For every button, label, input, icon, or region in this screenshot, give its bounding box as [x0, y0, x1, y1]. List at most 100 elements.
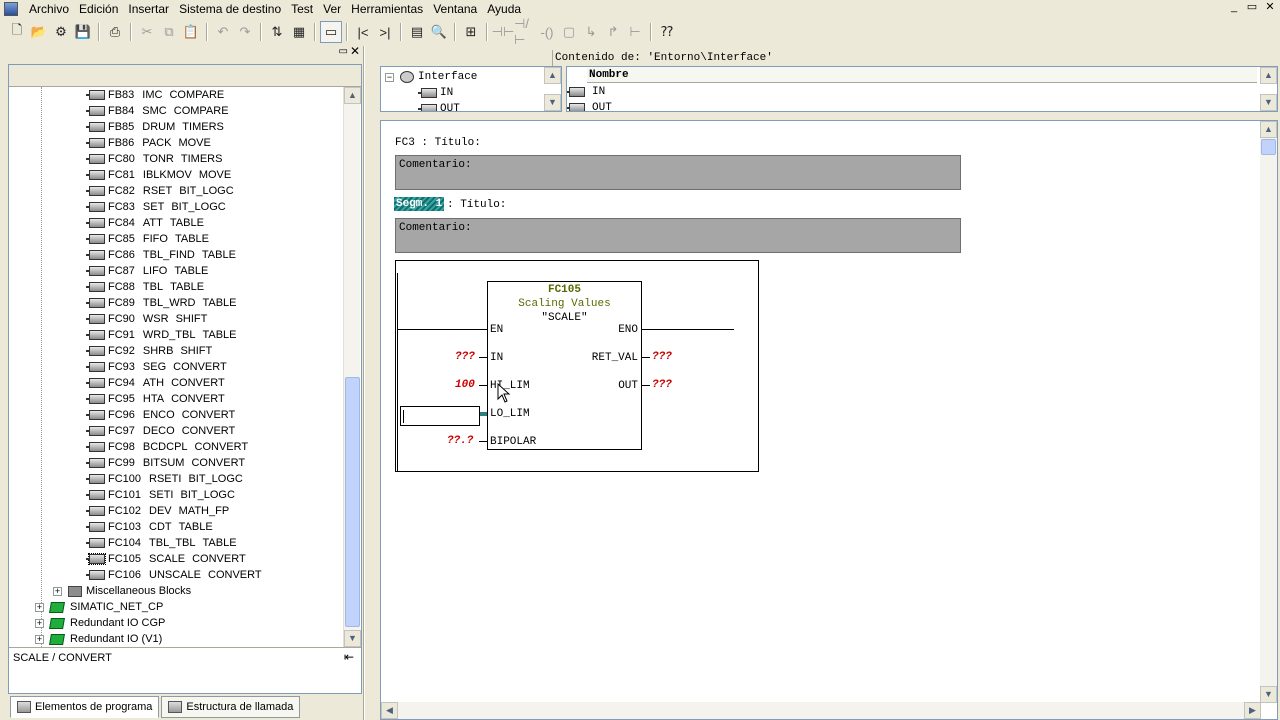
- scroll-thumb[interactable]: [345, 377, 360, 627]
- tree-item[interactable]: FC90 WSR SHIFT: [86, 311, 207, 327]
- box-icon[interactable]: ▢: [558, 21, 580, 43]
- ladder-editor[interactable]: FC3 : Título: Comentario: Segm. 1 : Títu…: [380, 120, 1278, 720]
- expand-icon[interactable]: +: [35, 618, 44, 628]
- tree-scrollbar[interactable]: ▲ ▼: [343, 87, 361, 647]
- monitor-icon[interactable]: ▦: [288, 21, 310, 43]
- lo-lim-input[interactable]: [400, 406, 480, 426]
- accessible-nodes-icon[interactable]: ⚙: [50, 21, 72, 43]
- tab-estructura-llamada[interactable]: Estructura de llamada: [161, 696, 301, 718]
- redo-icon[interactable]: ↷: [234, 21, 256, 43]
- tree-item[interactable]: FC81 IBLKMOV MOVE: [86, 167, 231, 183]
- segment-comment[interactable]: Comentario:: [395, 218, 961, 253]
- scroll-down-icon[interactable]: ▼: [1260, 686, 1277, 703]
- tree-item[interactable]: FC100 RSETI BIT_LOGC: [86, 471, 243, 487]
- menu-ver[interactable]: Ver: [318, 1, 346, 17]
- tree-item[interactable]: FC97 DECO CONVERT: [86, 423, 235, 439]
- interface-tree[interactable]: − Interface IN OUT ▲ ▼: [380, 66, 562, 112]
- ret-val-operand[interactable]: ???: [652, 351, 672, 363]
- tree-library[interactable]: + SIMATIC_NET_CP: [35, 599, 163, 615]
- tree-item[interactable]: FB83 IMC COMPARE: [86, 87, 224, 103]
- new-icon[interactable]: 🗋: [6, 21, 28, 43]
- tree-item[interactable]: FC106 UNSCALE CONVERT: [86, 567, 262, 583]
- tree-item[interactable]: FC80 TONR TIMERS: [86, 151, 222, 167]
- menu-ayuda[interactable]: Ayuda: [482, 1, 526, 17]
- tree-item[interactable]: FC95 HTA CONVERT: [86, 391, 225, 407]
- help-icon[interactable]: ⁇: [656, 21, 678, 43]
- in-operand[interactable]: ???: [455, 351, 475, 363]
- tree-item[interactable]: FB84 SMC COMPARE: [86, 103, 229, 119]
- menu-archivo[interactable]: Archivo: [24, 1, 74, 17]
- load-icon[interactable]: ⇅: [266, 21, 288, 43]
- tree-item[interactable]: FC91 WRD_TBL TABLE: [86, 327, 237, 343]
- tree-item[interactable]: FC104 TBL_TBL TABLE: [86, 535, 237, 551]
- print-icon[interactable]: ⎙: [104, 21, 126, 43]
- tree-item[interactable]: FB86 PACK MOVE: [86, 135, 211, 151]
- tree-item[interactable]: FC103 CDT TABLE: [86, 519, 213, 535]
- copy-icon[interactable]: ⧉: [158, 21, 180, 43]
- interface-table[interactable]: Nombre IN OUT ▲ ▼: [566, 66, 1278, 112]
- interface-child-in[interactable]: IN: [418, 85, 453, 101]
- tree-item[interactable]: FC102 DEV MATH_FP: [86, 503, 229, 519]
- branch-open-icon[interactable]: ↳: [580, 21, 602, 43]
- jump-icon[interactable]: ⊢: [624, 21, 646, 43]
- first-icon[interactable]: |<: [352, 21, 374, 43]
- minimize-icon[interactable]: _: [1226, 0, 1242, 16]
- tree-item[interactable]: FC85 FIFO TABLE: [86, 231, 209, 247]
- tab-elementos-programa[interactable]: Elementos de programa: [10, 696, 160, 718]
- table-header-nombre[interactable]: Nombre: [587, 67, 1257, 83]
- insert-icon[interactable]: ⇤: [339, 650, 359, 668]
- app-icon[interactable]: [4, 2, 18, 16]
- tree-item[interactable]: FC82 RSET BIT_LOGC: [86, 183, 234, 199]
- tree-item[interactable]: FC99 BITSUM CONVERT: [86, 455, 245, 471]
- network-icon[interactable]: ⊞: [460, 21, 482, 43]
- interface-child-out[interactable]: OUT: [418, 101, 460, 111]
- bipolar-operand[interactable]: ??.?: [447, 435, 473, 447]
- hi-lim-operand[interactable]: 100: [455, 379, 475, 391]
- pane-splitter[interactable]: [364, 46, 376, 720]
- tree-library[interactable]: + Redundant IO CGP: [35, 615, 165, 631]
- cut-icon[interactable]: ✂: [136, 21, 158, 43]
- paste-icon[interactable]: 📋: [180, 21, 202, 43]
- expand-icon[interactable]: +: [35, 602, 44, 612]
- close-icon[interactable]: ✕: [1262, 0, 1278, 16]
- coil-icon[interactable]: -(): [536, 21, 558, 43]
- tree-item[interactable]: FC87 LIFO TABLE: [86, 263, 208, 279]
- scroll-down-icon[interactable]: ▼: [544, 94, 561, 111]
- tree-item[interactable]: FC98 BCDCPL CONVERT: [86, 439, 248, 455]
- tree-item[interactable]: FC96 ENCO CONVERT: [86, 407, 235, 423]
- menu-sistema-destino[interactable]: Sistema de destino: [174, 1, 286, 17]
- tree-item[interactable]: FC94 ATH CONVERT: [86, 375, 225, 391]
- scroll-up-icon[interactable]: ▲: [1260, 67, 1277, 84]
- tree-item[interactable]: FC92 SHRB SHIFT: [86, 343, 212, 359]
- branch-close-icon[interactable]: ↱: [602, 21, 624, 43]
- segment-label[interactable]: Segm. 1: [394, 197, 445, 211]
- last-icon[interactable]: >|: [374, 21, 396, 43]
- menu-herramientas[interactable]: Herramientas: [346, 1, 428, 17]
- tree-item[interactable]: FC101 SETI BIT_LOGC: [86, 487, 235, 503]
- tree-item[interactable]: FC93 SEG CONVERT: [86, 359, 227, 375]
- scroll-thumb[interactable]: [1261, 139, 1276, 155]
- open-icon[interactable]: 📂: [28, 21, 50, 43]
- scroll-up-icon[interactable]: ▲: [344, 87, 361, 104]
- tree-item[interactable]: FC88 TBL TABLE: [86, 279, 204, 295]
- scroll-left-icon[interactable]: ◀: [381, 702, 398, 719]
- menu-test[interactable]: Test: [286, 1, 318, 17]
- menu-ventana[interactable]: Ventana: [428, 1, 482, 17]
- tree-item[interactable]: FB85 DRUM TIMERS: [86, 119, 224, 135]
- tree-item[interactable]: FC89 TBL_WRD TABLE: [86, 295, 237, 311]
- nc-contact-icon[interactable]: ⊣/⊢: [514, 16, 536, 47]
- table-row[interactable]: OUT: [567, 100, 612, 111]
- pin-icon[interactable]: ▭: [339, 46, 348, 57]
- expand-icon[interactable]: +: [35, 634, 44, 644]
- tree-library[interactable]: + Redundant IO (V1): [35, 631, 162, 647]
- expand-icon[interactable]: +: [53, 586, 62, 596]
- restore-icon[interactable]: ▭: [1244, 0, 1260, 16]
- tree-item[interactable]: FC105 SCALE CONVERT: [86, 551, 246, 567]
- interface-root[interactable]: − Interface: [385, 69, 477, 85]
- layout-icon[interactable]: ▤: [406, 21, 428, 43]
- overview-icon[interactable]: ▭: [320, 21, 342, 43]
- editor-hscroll[interactable]: ◀ ▶: [381, 702, 1261, 719]
- scroll-up-icon[interactable]: ▲: [1260, 121, 1277, 138]
- tree-item[interactable]: FC83 SET BIT_LOGC: [86, 199, 226, 215]
- out-operand[interactable]: ???: [652, 379, 672, 391]
